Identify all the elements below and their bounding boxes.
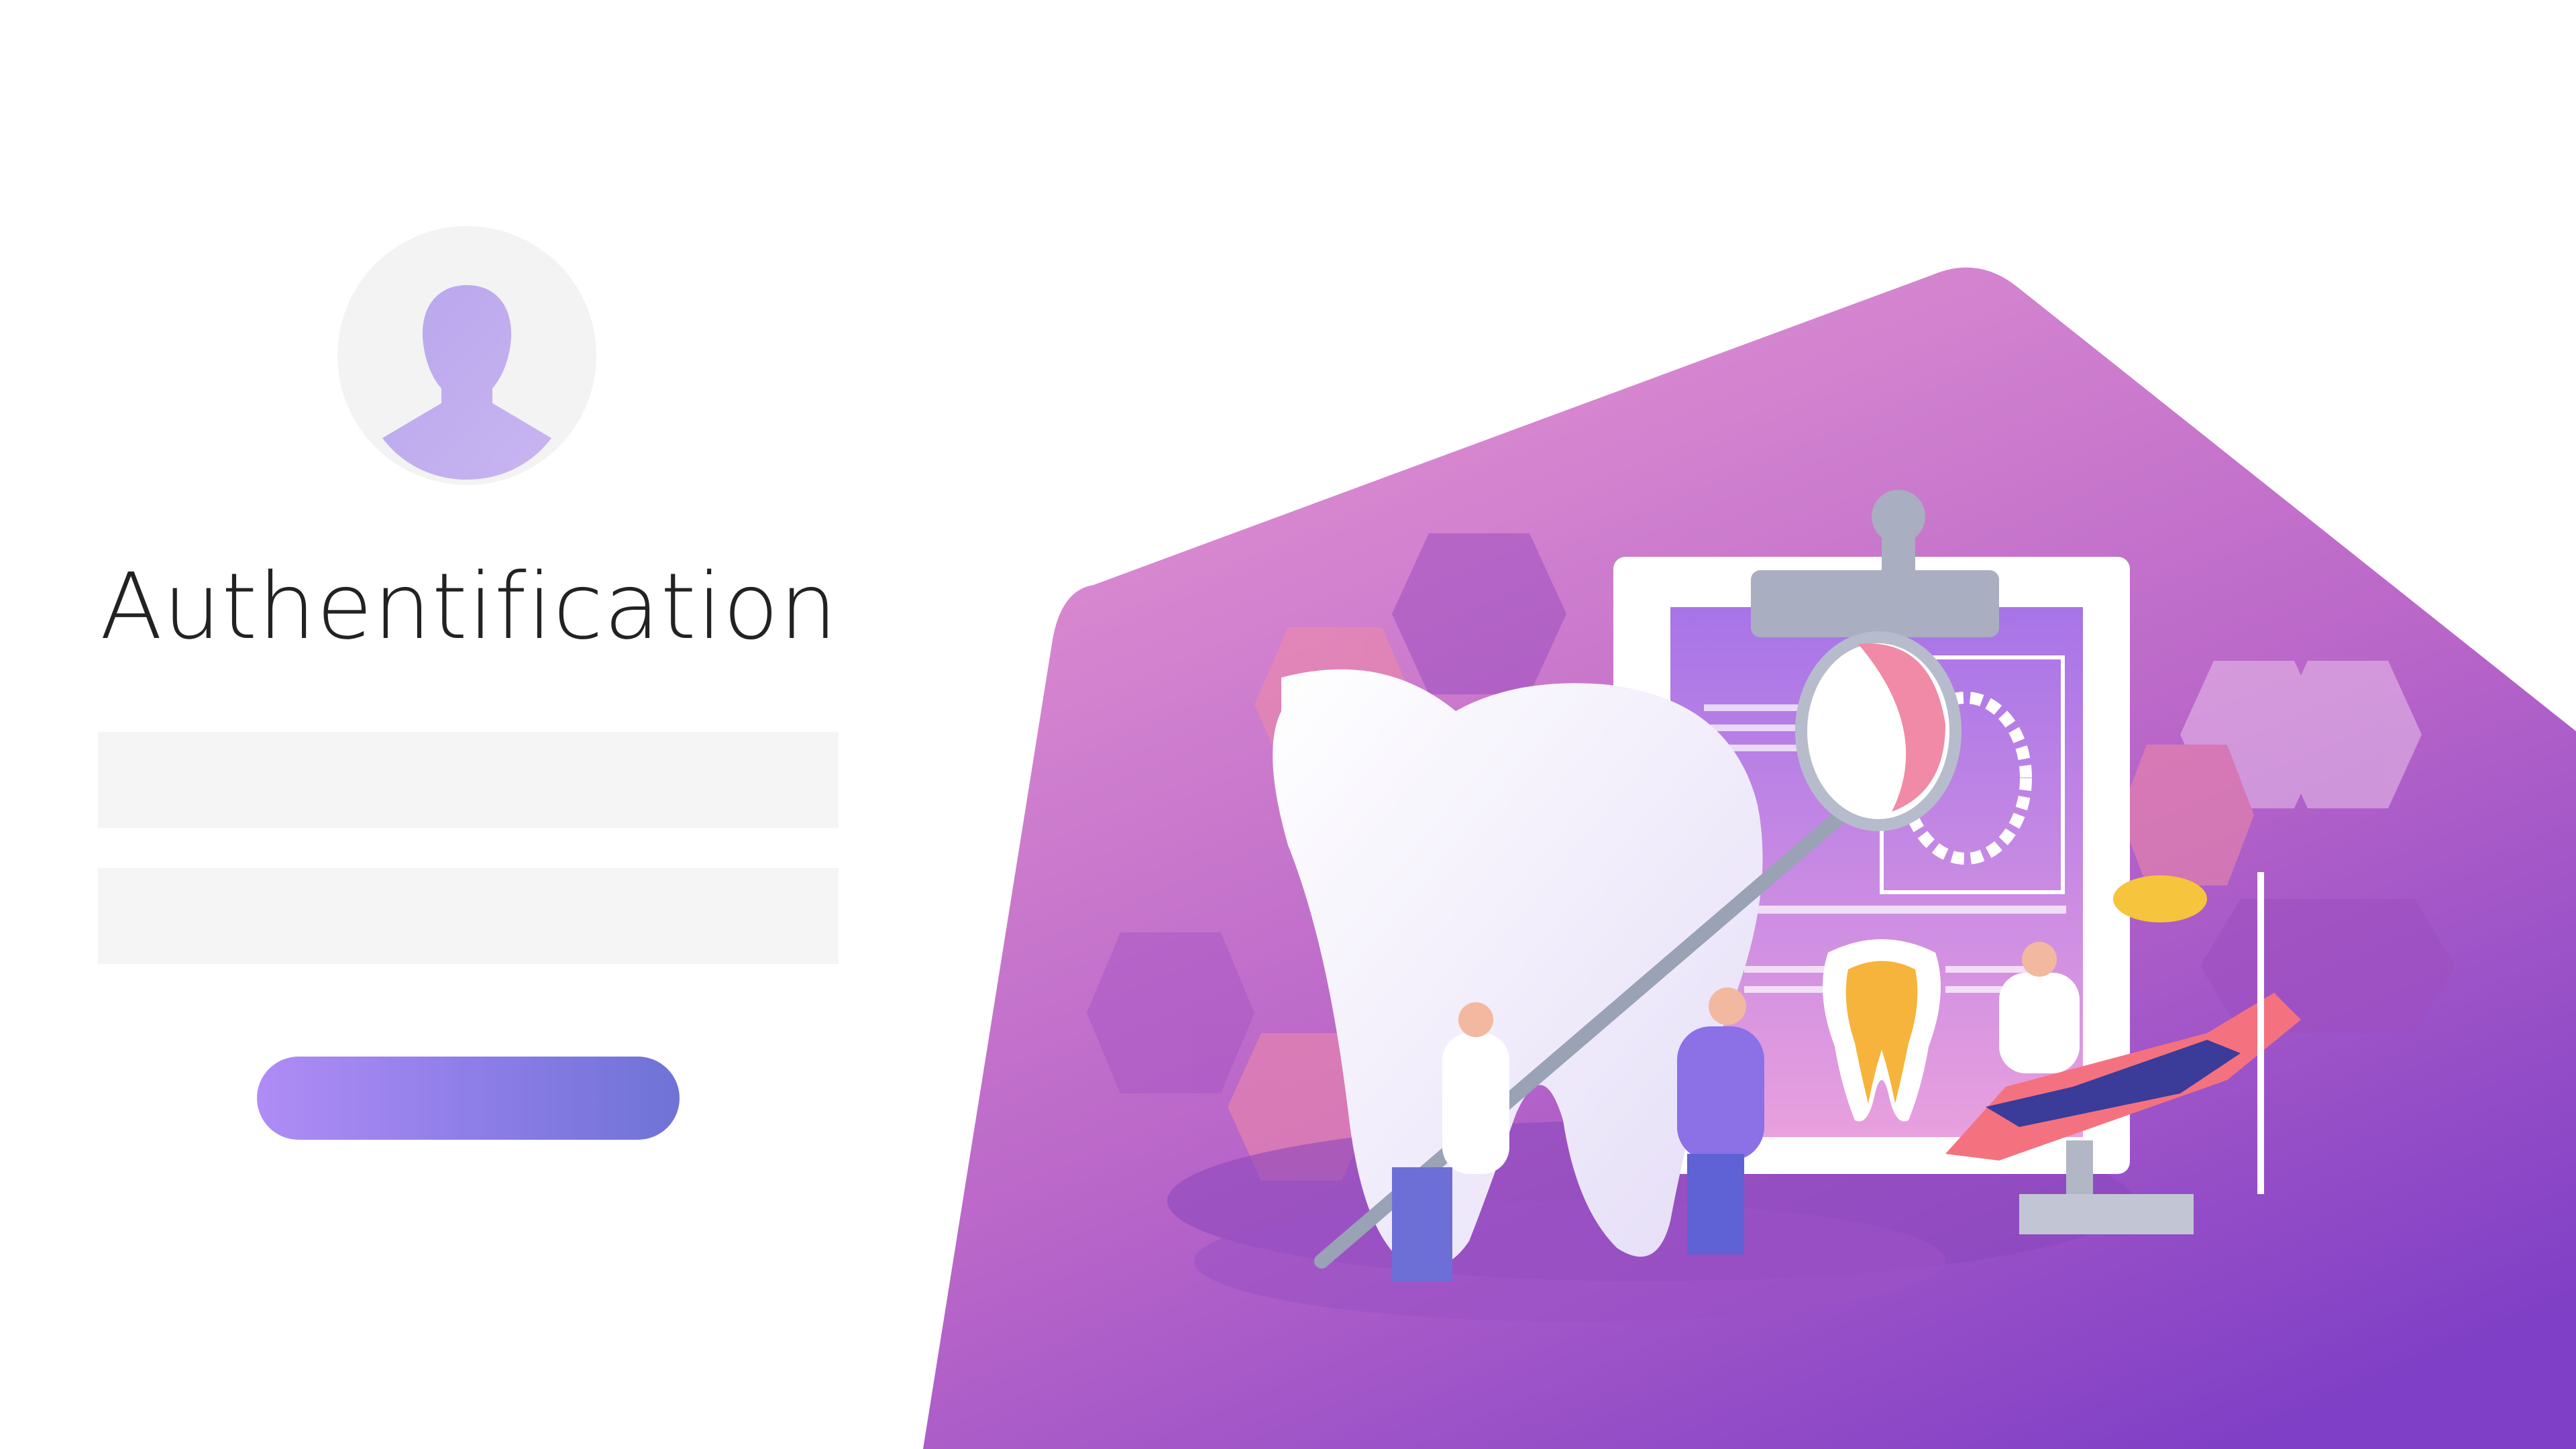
page-title: Authentification [99, 554, 838, 660]
hexagon-pattern [1087, 533, 2455, 1181]
clipboard [1613, 490, 2130, 1174]
hero-background [923, 267, 2576, 1449]
avatar [337, 226, 596, 485]
login-panel: Authentification [0, 0, 939, 1449]
tooth [1273, 669, 1763, 1268]
password-field[interactable] [98, 868, 839, 964]
user-silhouette-icon [382, 285, 551, 480]
login-button[interactable] [257, 1057, 680, 1140]
magnifier [1314, 631, 1962, 1269]
username-field[interactable] [98, 732, 839, 828]
people [1392, 872, 2301, 1281]
